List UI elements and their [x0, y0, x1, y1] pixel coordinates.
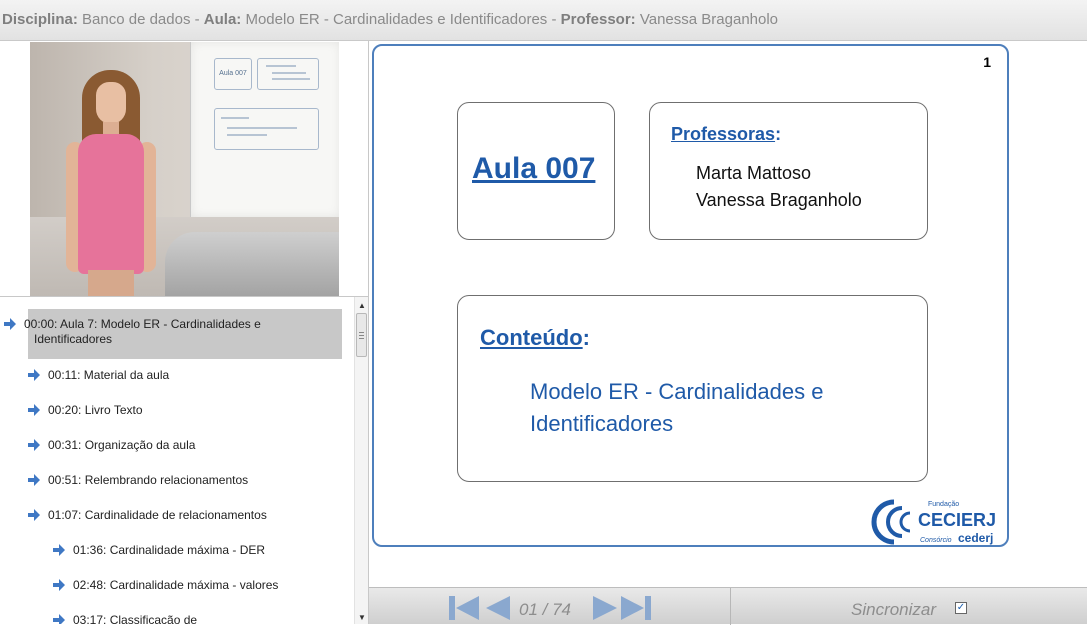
separator: - — [190, 11, 204, 28]
title-bar: Disciplina: Banco de dados - Aula: Model… — [0, 0, 1087, 41]
chapter-label: 01:36: Cardinalidade máxima - DER — [73, 543, 266, 557]
professor-label: Professor: — [560, 11, 636, 28]
chapter-label: 00:00: Aula 7: Modelo ER - Cardinalidade… — [24, 317, 261, 331]
projected-slide: Aula 007 — [190, 42, 339, 217]
chapter-list-scrollbar[interactable]: ▲ ▼ — [354, 297, 368, 624]
arrow-right-icon — [28, 474, 40, 486]
divider — [730, 588, 731, 625]
arrow-right-icon — [53, 544, 65, 556]
projected-slide-title: Aula 007 — [214, 58, 252, 90]
arrow-right-icon — [53, 579, 65, 591]
lecture-video[interactable]: Aula 007 — [30, 42, 339, 296]
conteudo-text: Modelo ER - Cardinalidades e Identificad… — [530, 376, 890, 440]
first-page-icon[interactable] — [447, 594, 481, 622]
disciplina-label: Disciplina: — [2, 11, 78, 28]
chapter-label-line2: Identificadores — [34, 332, 113, 346]
svg-text:CECIERJ: CECIERJ — [918, 510, 996, 530]
sync-label: Sincronizar — [851, 600, 937, 619]
chapter-list: 00:00: Aula 7: Modelo ER - Cardinalidade… — [0, 297, 354, 624]
player-controls: 01 / 74 Sincronizar ✓ — [369, 587, 1087, 625]
conteudo-line: Identificadores — [530, 411, 674, 436]
aula-value: Modelo ER - Cardinalidades e Identificad… — [245, 11, 548, 28]
scroll-down-icon[interactable]: ▼ — [358, 613, 366, 622]
arrow-right-icon — [4, 318, 16, 330]
last-page-icon[interactable] — [619, 594, 653, 622]
course-info: Disciplina: Banco de dados - Aula: Model… — [2, 11, 778, 28]
slide-title: Aula 007 — [472, 152, 596, 185]
professor-value: Vanessa Braganholo — [639, 11, 779, 28]
arrow-right-icon — [28, 509, 40, 521]
conteudo-label-text: Conteúdo — [480, 325, 583, 350]
previous-page-icon[interactable] — [482, 594, 516, 622]
conteudo-line: Modelo ER - Cardinalidades e — [530, 379, 824, 404]
arrow-right-icon — [28, 369, 40, 381]
separator: - — [547, 11, 561, 28]
scroll-up-icon[interactable]: ▲ — [358, 301, 366, 310]
chapter-label: 00:51: Relembrando relacionamentos — [48, 473, 249, 487]
projected-slide-box — [257, 58, 319, 90]
monitor-shape — [165, 232, 339, 296]
chapter-label: 00:31: Organização da aula — [48, 438, 196, 452]
slide-view: 1 Aula 007 Professoras: Marta Mattoso Va… — [372, 44, 1009, 547]
slide-number: 1 — [983, 54, 991, 70]
professoras-label: Professoras: — [671, 124, 781, 145]
chapter-label: 00:11: Material da aula — [48, 368, 170, 382]
chapter-label: 03:17: Classificação de — [73, 613, 198, 624]
professora-name: Marta Mattoso — [696, 163, 812, 183]
colon: : — [582, 325, 590, 350]
scrollbar-thumb[interactable] — [356, 313, 367, 357]
arrow-right-icon — [53, 614, 65, 624]
chapter-label: 02:48: Cardinalidade máxima - valores — [73, 578, 279, 592]
cecierj-logo: Fundação CECIERJ Consórcio cederj — [871, 499, 996, 545]
next-page-icon[interactable] — [587, 594, 621, 622]
svg-text:cederj: cederj — [958, 531, 993, 545]
page-indicator: 01 / 74 — [519, 600, 571, 619]
arrow-right-icon — [28, 404, 40, 416]
sync-checkbox[interactable]: ✓ — [955, 602, 967, 614]
chapter-label: 01:07: Cardinalidade de relacionamentos — [48, 508, 267, 522]
projected-slide-box — [214, 108, 319, 150]
aula-label: Aula: — [203, 11, 242, 28]
colon: : — [775, 124, 782, 144]
professora-name: Vanessa Braganholo — [696, 190, 862, 210]
svg-text:Consórcio: Consórcio — [920, 537, 952, 544]
chapter-label: 00:20: Livro Texto — [48, 403, 143, 417]
disciplina-value: Banco de dados — [82, 11, 191, 28]
svg-text:Fundação: Fundação — [928, 501, 959, 508]
divider — [368, 41, 369, 624]
professoras-label-text: Professoras — [671, 124, 776, 144]
conteudo-label: Conteúdo: — [480, 325, 590, 351]
arrow-right-icon — [28, 439, 40, 451]
